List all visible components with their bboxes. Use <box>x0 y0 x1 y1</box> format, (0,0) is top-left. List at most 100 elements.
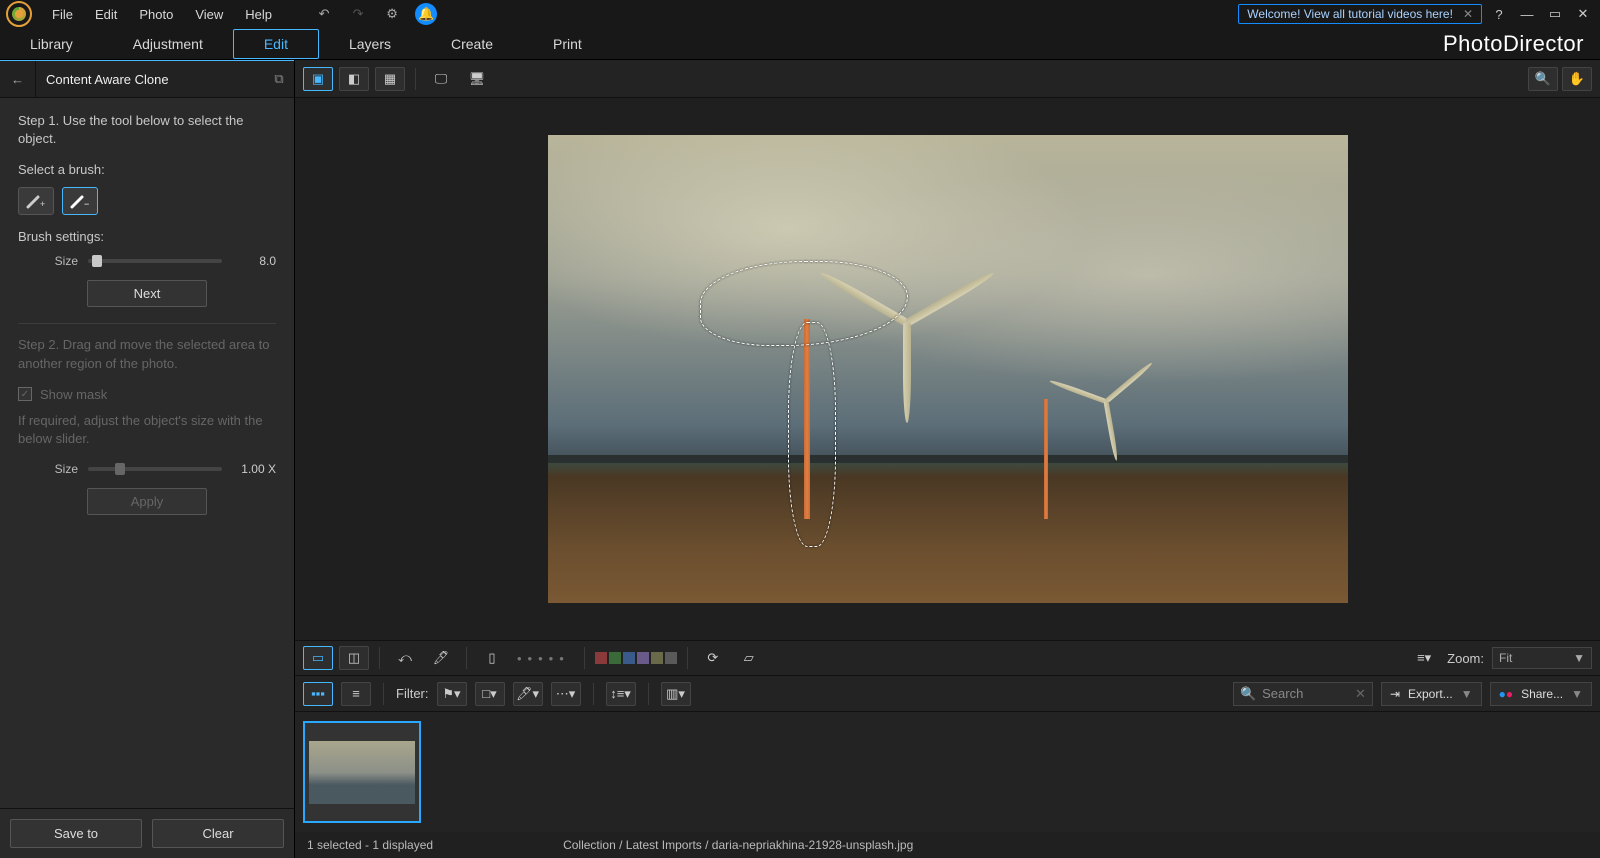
minimize-icon[interactable]: — <box>1516 7 1538 22</box>
zoom-label: Zoom: <box>1447 651 1484 666</box>
size-label: Size <box>18 254 78 268</box>
export-icon: ⇥ <box>1390 687 1400 701</box>
maximize-icon[interactable]: ▭ <box>1544 6 1566 22</box>
brush-add-button[interactable]: + <box>18 187 54 215</box>
search-placeholder: Search <box>1262 686 1303 701</box>
color-labels[interactable] <box>595 652 677 664</box>
app-brand: PhotoDirector <box>1443 31 1584 57</box>
search-icon: 🔍 <box>1240 686 1256 702</box>
filter-label: Filter: <box>396 686 429 701</box>
save-to-button[interactable]: Save to <box>10 819 142 848</box>
help-icon[interactable]: ? <box>1488 7 1510 22</box>
size2-value: 1.00 X <box>232 462 276 476</box>
filter-rating-icon[interactable]: ⋯▾ <box>551 682 581 706</box>
settings-icon[interactable]: ⚙ <box>381 3 403 25</box>
export-button[interactable]: ⇥ Export... ▼ <box>1381 682 1482 706</box>
brush-history-icon[interactable]: 🖊 <box>426 646 456 670</box>
canvas-area[interactable] <box>295 98 1600 640</box>
menu-file[interactable]: File <box>44 3 81 26</box>
view-single-icon[interactable]: ▣ <box>303 67 333 91</box>
share-label: Share... <box>1521 687 1563 701</box>
filter-flag-icon[interactable]: ⚑▾ <box>437 682 467 706</box>
panel-title: Content Aware Clone <box>36 72 264 87</box>
status-path: Collection / Latest Imports / daria-nepr… <box>563 838 913 852</box>
welcome-banner[interactable]: Welcome! View all tutorial videos here! … <box>1238 4 1482 24</box>
viewer-toolbar: ▣ ◧ ▦ 🖵 🖥 🔍 ✋ <box>295 60 1600 98</box>
view-grid-icon[interactable]: ▦ <box>375 67 405 91</box>
secondary-monitor-icon[interactable]: 🖵 <box>426 67 456 91</box>
checkbox-icon: ✓ <box>18 387 32 401</box>
tab-adjustment[interactable]: Adjustment <box>103 30 233 58</box>
history-icon[interactable]: ⤺ <box>390 646 420 670</box>
step1-text: Step 1. Use the tool below to select the… <box>18 112 276 148</box>
back-button[interactable]: ← <box>0 61 36 97</box>
rating-dots[interactable]: ••••• <box>513 651 574 666</box>
tab-layers[interactable]: Layers <box>319 30 421 58</box>
menu-edit[interactable]: Edit <box>87 3 125 26</box>
zoom-tool-icon[interactable]: 🔍 <box>1528 67 1558 91</box>
menu-help[interactable]: Help <box>237 3 280 26</box>
app-logo <box>6 1 32 27</box>
chevron-down-icon[interactable]: ▼ <box>1461 687 1473 701</box>
share-button[interactable]: ●● Share... ▼ <box>1490 682 1592 706</box>
tool-panel: ← Content Aware Clone ⧉ Step 1. Use the … <box>0 60 295 858</box>
status-bar: 1 selected - 1 displayed Collection / La… <box>295 832 1600 858</box>
select-brush-label: Select a brush: <box>18 162 276 177</box>
thumbnail-selected[interactable] <box>303 721 421 823</box>
crop-icon[interactable]: ▱ <box>734 646 764 670</box>
fullscreen-icon[interactable]: 🖥 <box>462 67 492 91</box>
clear-button[interactable]: Clear <box>152 819 284 848</box>
filter-edit-icon[interactable]: 🖊▾ <box>513 682 543 706</box>
menu-bar: File Edit Photo View Help ↶ ↷ ⚙ 🔔 Welcom… <box>0 0 1600 28</box>
brush-subtract-button[interactable]: − <box>62 187 98 215</box>
zoom-select[interactable]: Fit▼ <box>1492 647 1592 669</box>
browser-toolbar: ▪▪▪ ≡ Filter: ⚑▾ □▾ 🖊▾ ⋯▾ ↕≡▾ ▥▾ 🔍 Searc… <box>295 676 1600 712</box>
size2-label: Size <box>18 462 78 476</box>
zoom-value: Fit <box>1499 651 1512 665</box>
tab-edit[interactable]: Edit <box>233 29 319 59</box>
rotate-icon[interactable]: ⟳ <box>698 646 728 670</box>
tab-create[interactable]: Create <box>421 30 523 58</box>
menu-photo[interactable]: Photo <box>131 3 181 26</box>
apply-button: Apply <box>87 488 207 515</box>
thumb-size-icon[interactable]: ▪▪▪ <box>303 682 333 706</box>
close-window-icon[interactable]: ✕ <box>1572 6 1594 22</box>
filter-label-icon[interactable]: □▾ <box>475 682 505 706</box>
resize-hint: If required, adjust the object's size wi… <box>18 412 276 448</box>
sort-icon[interactable]: ↕≡▾ <box>606 682 636 706</box>
brush-settings-label: Brush settings: <box>18 229 276 244</box>
notification-icon[interactable]: 🔔 <box>415 3 437 25</box>
clear-search-icon[interactable]: ✕ <box>1355 686 1366 702</box>
pan-tool-icon[interactable]: ✋ <box>1562 67 1592 91</box>
welcome-text: Welcome! View all tutorial videos here! <box>1247 7 1453 21</box>
status-count: 1 selected - 1 displayed <box>307 838 433 852</box>
next-button[interactable]: Next <box>87 280 207 307</box>
chevron-down-icon[interactable]: ▼ <box>1571 687 1583 701</box>
redo-icon[interactable]: ↷ <box>347 3 369 25</box>
stack-icon[interactable]: ▥▾ <box>661 682 691 706</box>
list-toggle-icon[interactable]: ≡▾ <box>1409 646 1439 670</box>
search-input[interactable]: 🔍 Search ✕ <box>1233 682 1373 706</box>
thumb-list-icon[interactable]: ≡ <box>341 682 371 706</box>
photo-canvas[interactable] <box>548 135 1348 603</box>
undock-icon[interactable]: ⧉ <box>264 71 294 87</box>
undo-icon[interactable]: ↶ <box>313 3 335 25</box>
filmstrip-split-icon[interactable]: ◫ <box>339 646 369 670</box>
size-value: 8.0 <box>232 254 276 268</box>
compare-strip: ▭ ◫ ⤺ 🖊 ▯ ••••• ⟳ ▱ ≡▾ Zoom: <box>295 640 1600 676</box>
svg-text:−: − <box>84 199 89 209</box>
rating-none-icon[interactable]: ▯ <box>477 646 507 670</box>
menu-view[interactable]: View <box>187 3 231 26</box>
size2-slider <box>88 467 222 471</box>
view-compare-icon[interactable]: ◧ <box>339 67 369 91</box>
show-mask-checkbox: ✓ Show mask <box>18 387 276 402</box>
filmstrip[interactable] <box>295 712 1600 832</box>
tab-library[interactable]: Library <box>0 30 103 58</box>
tab-print[interactable]: Print <box>523 30 612 58</box>
show-mask-label: Show mask <box>40 387 107 402</box>
size-slider[interactable] <box>88 259 222 263</box>
filmstrip-mode-icon[interactable]: ▭ <box>303 646 333 670</box>
close-icon[interactable]: ✕ <box>1463 7 1473 21</box>
export-label: Export... <box>1408 687 1453 701</box>
svg-text:+: + <box>40 199 45 209</box>
